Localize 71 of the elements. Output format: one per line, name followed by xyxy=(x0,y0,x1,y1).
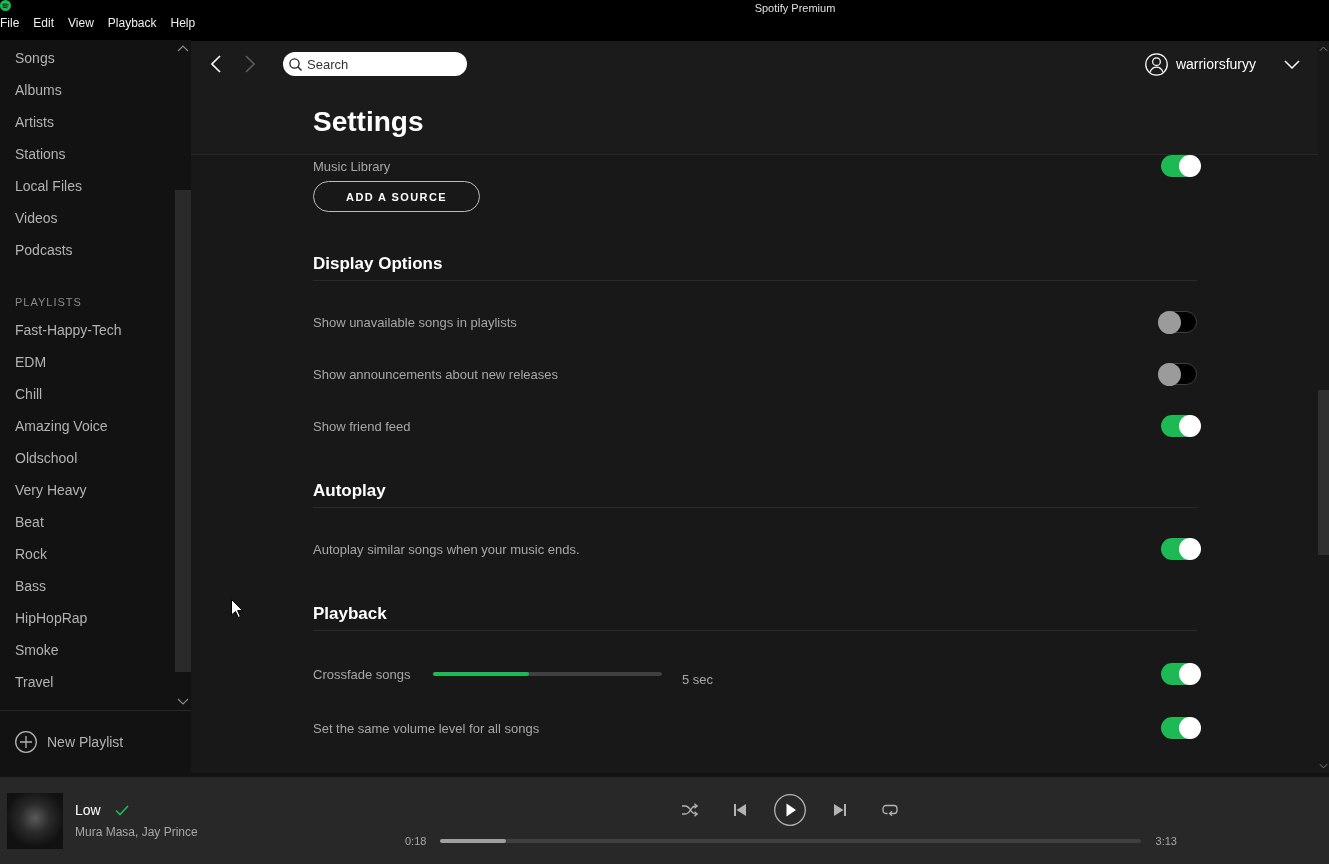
toggle-switch[interactable] xyxy=(1161,415,1200,437)
menu-item[interactable]: Edit xyxy=(33,16,55,30)
toggle-switch[interactable] xyxy=(1158,311,1197,333)
page-title: Settings xyxy=(313,105,424,139)
plus-circle-icon xyxy=(15,731,37,753)
sidebar-item[interactable]: Albums xyxy=(0,74,175,106)
total-time: 3:13 xyxy=(1155,835,1177,847)
scroll-up-icon[interactable] xyxy=(177,45,189,52)
chevron-down-icon[interactable] xyxy=(1284,59,1300,69)
sidebar-item[interactable]: Stations xyxy=(0,138,175,170)
next-icon[interactable] xyxy=(834,804,846,816)
sidebar-item[interactable]: Videos xyxy=(0,202,175,234)
chevron-left-icon[interactable] xyxy=(211,55,221,73)
setting-label: Show announcements about new releases xyxy=(313,366,558,382)
toggle-switch[interactable] xyxy=(1161,663,1200,685)
search-icon xyxy=(289,58,302,71)
scroll-up-icon[interactable] xyxy=(1319,46,1328,52)
playlist-item[interactable]: EDM xyxy=(0,346,175,378)
playlist-item[interactable]: Chill xyxy=(0,378,175,410)
menu-item[interactable]: File xyxy=(0,16,20,30)
previous-icon[interactable] xyxy=(734,804,746,816)
setting-label: Show friend feed xyxy=(313,418,411,434)
section-heading: Playback xyxy=(313,604,387,623)
mouse-pointer-icon xyxy=(231,599,243,618)
playlist-item[interactable]: Beat xyxy=(0,506,175,538)
playlist-item[interactable]: Smoke xyxy=(0,634,175,666)
section-heading: Autoplay xyxy=(313,481,386,500)
new-playlist-button[interactable]: New Playlist xyxy=(15,731,124,753)
playlist-item[interactable]: Oldschool xyxy=(0,442,175,474)
toggle-switch[interactable] xyxy=(1158,363,1197,385)
menu-item[interactable]: Playback xyxy=(107,16,157,30)
track-title[interactable]: Low xyxy=(75,802,101,819)
playlist-item[interactable]: Very Heavy xyxy=(0,474,175,506)
setting-label: Crossfade songs xyxy=(313,666,412,682)
repeat-icon[interactable] xyxy=(882,803,898,817)
section-heading: Display Options xyxy=(313,254,443,273)
check-icon[interactable] xyxy=(114,805,129,816)
playlist-item[interactable]: Fast-Happy-Tech xyxy=(0,314,175,346)
artist-names[interactable]: Mura Masa, Jay Prince xyxy=(75,825,198,839)
scrollbar-thumb[interactable] xyxy=(175,190,191,672)
window-title: Spotify Premium xyxy=(754,2,836,14)
sidebar-item[interactable]: Local Files xyxy=(0,170,175,202)
elapsed-time: 0:18 xyxy=(405,835,427,847)
playlist-item[interactable]: HipHopRap xyxy=(0,602,175,634)
setting-label: Music Library xyxy=(313,158,391,174)
scroll-down-icon[interactable] xyxy=(1319,763,1328,769)
menu-item[interactable]: Help xyxy=(170,16,196,30)
toggle-switch[interactable] xyxy=(1161,155,1200,177)
scroll-down-icon[interactable] xyxy=(177,698,189,705)
menu-item[interactable]: View xyxy=(68,16,94,30)
slider-track[interactable] xyxy=(433,672,662,676)
toggle-switch[interactable] xyxy=(1161,717,1200,739)
user-menu-button[interactable]: warriorsfuryy xyxy=(1144,52,1256,76)
album-art-placeholder xyxy=(7,792,63,849)
play-icon[interactable] xyxy=(774,794,806,826)
section-label: PLAYLISTS xyxy=(15,295,82,310)
user-icon xyxy=(1144,52,1168,76)
playlist-item[interactable]: Bass xyxy=(0,570,175,602)
setting-label: Set the same volume level for all songs xyxy=(313,720,540,736)
sidebar-item[interactable]: Songs xyxy=(0,42,175,74)
sidebar-item[interactable]: Artists xyxy=(0,106,175,138)
setting-label: Autoplay similar songs when your music ends. xyxy=(313,541,580,557)
playlist-item[interactable]: Amazing Voice xyxy=(0,410,175,442)
setting-label: Show unavailable songs in playlists xyxy=(313,314,517,330)
playlist-item[interactable]: Travel xyxy=(0,666,175,698)
slider-value: 5 sec xyxy=(682,671,714,687)
toggle-switch[interactable] xyxy=(1161,538,1200,560)
shuffle-icon[interactable] xyxy=(682,803,698,817)
sidebar-item[interactable]: Podcasts xyxy=(0,234,175,266)
search-field[interactable]: Search xyxy=(283,52,467,76)
playlist-item[interactable]: Rock xyxy=(0,538,175,570)
